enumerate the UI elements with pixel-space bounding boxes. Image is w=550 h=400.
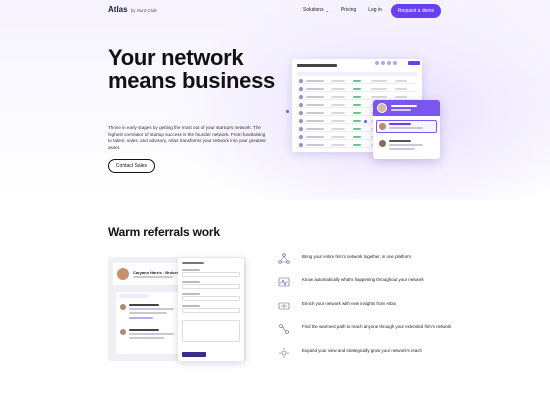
- feature-text: Expand your view and strategically grow …: [302, 348, 422, 353]
- dashboard-table-header: [297, 72, 417, 76]
- table-row: [297, 85, 417, 92]
- hero-description: Thrive in early stages by getting the mo…: [108, 125, 266, 150]
- list-tag: [119, 294, 149, 298]
- path-icon: [277, 322, 291, 335]
- nav-links: Solutions ⌄ Pricing Log in: [303, 7, 382, 13]
- dashboard-title-bar: [297, 64, 337, 67]
- feature-item: Enrich your network with new insights fr…: [277, 296, 457, 316]
- avatar: [379, 123, 386, 130]
- profile-name: Caryann Harris · Broker: [133, 270, 179, 275]
- nav-link-label: Log in: [368, 7, 382, 13]
- avatar: [379, 140, 386, 147]
- message-textarea: [182, 320, 240, 342]
- table-row: [297, 93, 417, 100]
- profile-card: Caryann Harris · Broker: [113, 263, 188, 285]
- hero-background: [0, 0, 550, 200]
- nav-link-pricing[interactable]: Pricing: [341, 7, 356, 13]
- message-form-illustration: [178, 258, 244, 361]
- feature-item: Find the warmest path to reach anyone th…: [277, 319, 457, 339]
- feature-text: Find the warmest path to reach anyone th…: [302, 324, 452, 329]
- feature-item: Expand your view and strategically grow …: [277, 343, 457, 363]
- avatar-stack: [375, 61, 397, 65]
- send-button-illustration: [182, 352, 206, 357]
- feature-item: Bring your entire firm's network togethe…: [277, 249, 457, 269]
- table-row: [297, 77, 417, 84]
- avatar: [120, 329, 126, 335]
- brand-name: Atlas: [108, 5, 128, 14]
- expand-icon: [277, 346, 291, 359]
- enrich-icon: [277, 299, 291, 312]
- nav-link-label: Pricing: [340, 7, 357, 13]
- feature-item: Know automatically what's happening thro…: [277, 272, 457, 292]
- top-nav: Atlas by Hunt Club Solutions ⌄ Pricing L…: [0, 0, 550, 24]
- avatar: [120, 304, 126, 310]
- network-icon: [277, 252, 291, 265]
- avatar: [117, 268, 129, 280]
- dashboard-action-chip: [408, 61, 420, 65]
- connector-dot: [364, 120, 367, 123]
- feature-text: Bring your entire firm's network togethe…: [302, 254, 411, 259]
- hero-title: Your network means business: [108, 45, 275, 93]
- request-demo-button[interactable]: Request a demo: [391, 4, 441, 18]
- section-title: Warm referrals work: [108, 225, 220, 239]
- nav-link-login[interactable]: Log in: [368, 7, 382, 13]
- brand-logo[interactable]: Atlas by Hunt Club: [108, 5, 157, 14]
- connections-list: [116, 292, 186, 354]
- nav-link-solutions[interactable]: Solutions ⌄: [303, 7, 329, 13]
- chevron-down-icon: ⌄: [325, 7, 329, 13]
- connector-dot: [286, 110, 289, 113]
- contact-sales-button[interactable]: Contact Sales: [108, 159, 155, 173]
- pulse-icon: [277, 275, 291, 288]
- feature-text: Enrich your network with new insights fr…: [302, 301, 396, 306]
- nav-link-label: Solutions: [303, 7, 324, 13]
- referral-card-illustration: [373, 100, 440, 159]
- feature-text: Know automatically what's happening thro…: [302, 277, 424, 282]
- avatar: [377, 103, 387, 113]
- brand-subtitle: by Hunt Club: [130, 8, 157, 13]
